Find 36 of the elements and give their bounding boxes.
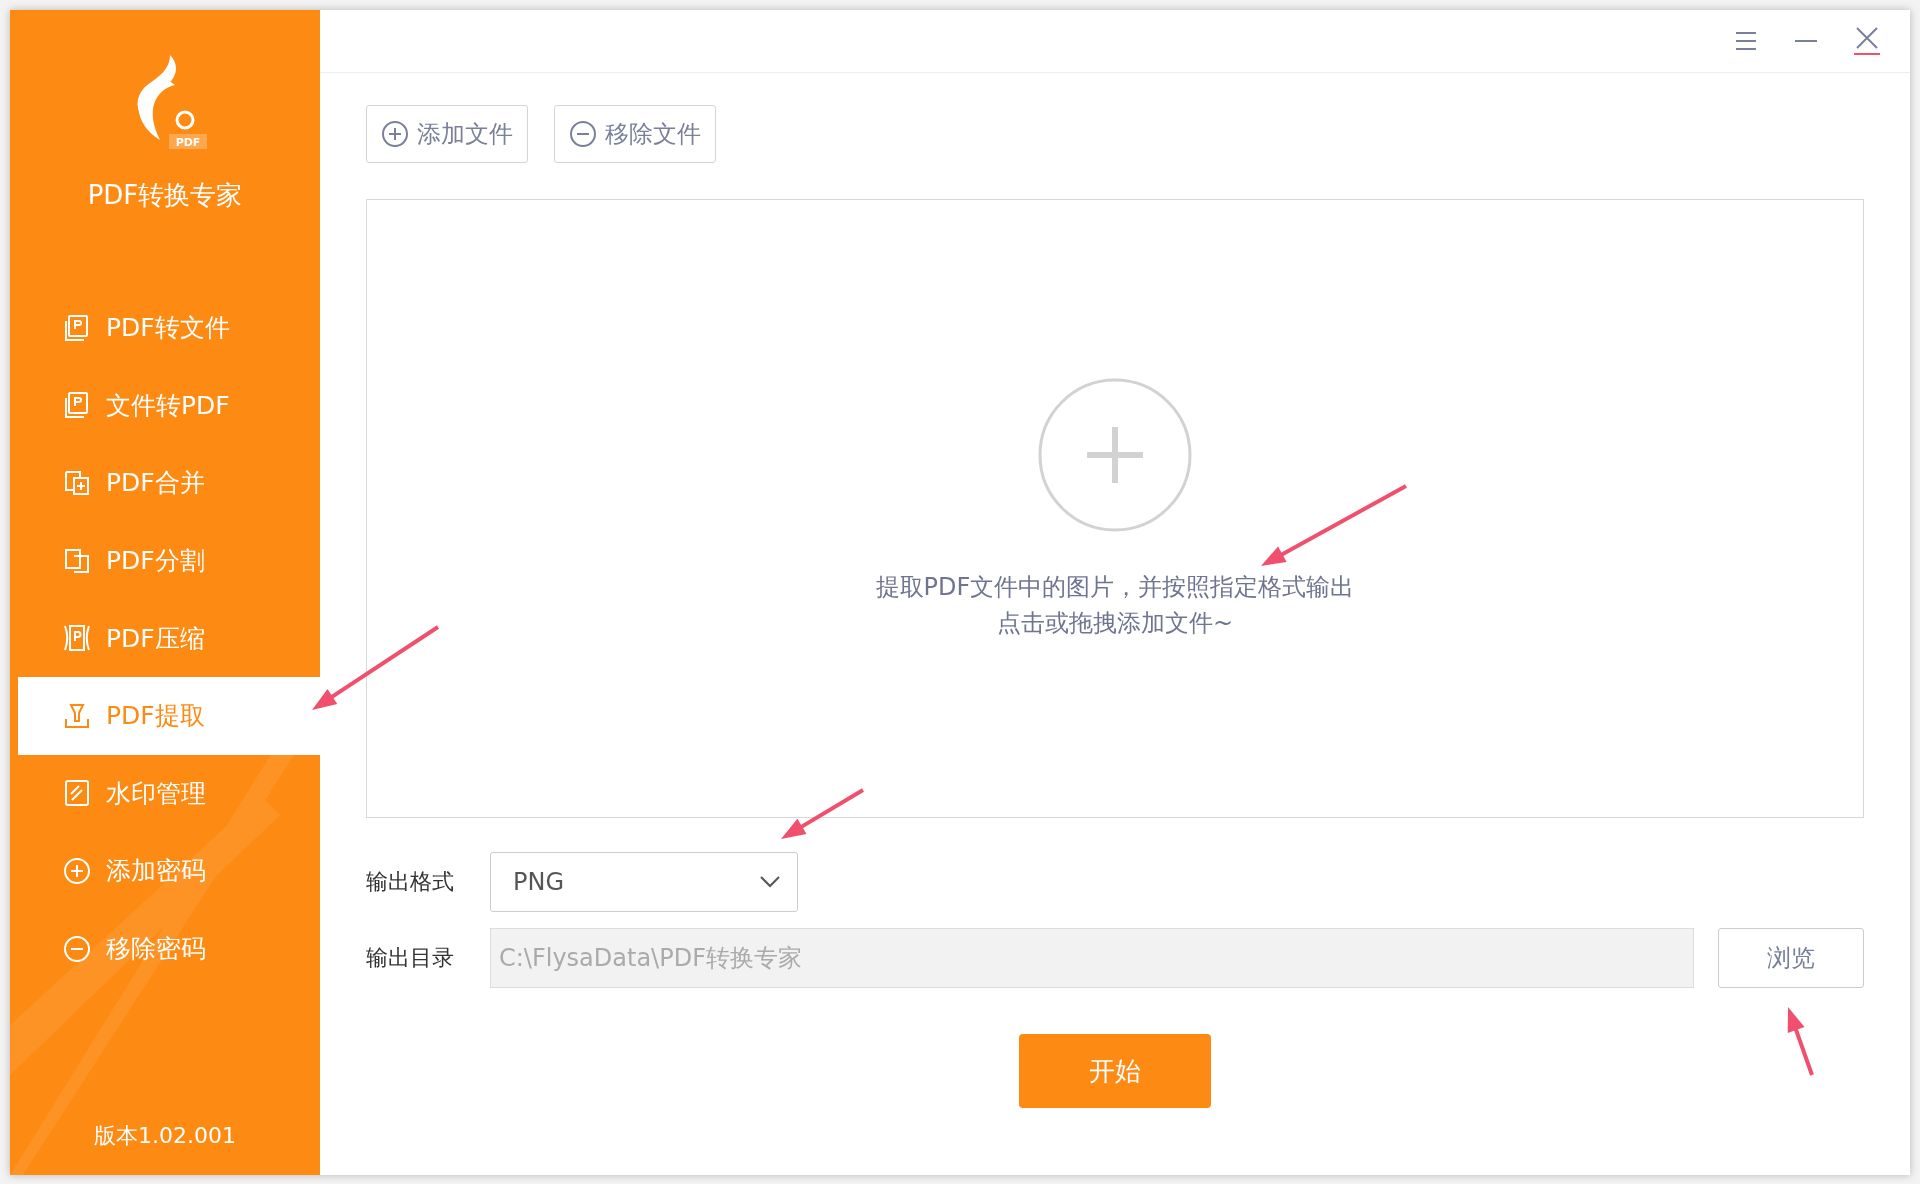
- plus-circle-icon: [1037, 376, 1193, 533]
- plus-circle-icon: [381, 120, 409, 148]
- sidebar-item[interactable]: 水印管理: [18, 754, 320, 833]
- drop-hint-text: 提取PDF文件中的图片，并按照指定格式输出: [875, 571, 1355, 603]
- sidebar-item[interactable]: PDF压缩: [18, 599, 320, 677]
- sidebar-item[interactable]: PDF提取: [18, 676, 320, 755]
- flame-logo: PDF: [115, 50, 215, 160]
- directory-label: 输出目录: [366, 944, 455, 972]
- close-icon: [1854, 26, 1880, 56]
- compress-icon: [62, 623, 92, 654]
- drop-hint-text: 点击或拖拽添加文件~: [996, 607, 1234, 639]
- menu-icon: [1734, 30, 1758, 52]
- watermark-icon: [62, 778, 92, 809]
- browse-button[interactable]: 浏览: [1718, 928, 1864, 988]
- directory-field[interactable]: C:\FlysaData\PDF转换专家: [490, 928, 1694, 988]
- merge-icon: [62, 468, 92, 498]
- sidebar-item[interactable]: 添加密码: [18, 832, 320, 910]
- annotation-arrow: [1787, 1007, 1814, 1076]
- sidebar-item[interactable]: PDF转文件: [18, 289, 320, 367]
- start-button[interactable]: 开始: [1019, 1034, 1211, 1108]
- remove-file-button[interactable]: 移除文件: [554, 105, 716, 163]
- version-label: 版本1.02.001: [94, 1122, 236, 1150]
- app-title: PDF转换专家: [87, 179, 243, 212]
- sidebar-item[interactable]: PDF分割: [18, 521, 320, 600]
- minus-circle-icon: [569, 120, 597, 148]
- minimize-icon: [1795, 40, 1817, 42]
- plus-circle-icon: [62, 855, 92, 886]
- sidebar-item[interactable]: 移除密码: [18, 909, 320, 988]
- format-label: 输出格式: [366, 868, 455, 896]
- format-select[interactable]: PNG: [490, 852, 798, 912]
- add-file-button[interactable]: 添加文件: [366, 105, 528, 163]
- chevron-down-icon: [759, 875, 781, 889]
- file-drop-zone[interactable]: 提取PDF文件中的图片，并按照指定格式输出 点击或拖拽添加文件~: [366, 199, 1864, 818]
- minus-circle-icon: [62, 933, 92, 964]
- sidebar-item[interactable]: 文件转PDF: [18, 366, 320, 445]
- sidebar-item[interactable]: PDF合并: [18, 444, 320, 522]
